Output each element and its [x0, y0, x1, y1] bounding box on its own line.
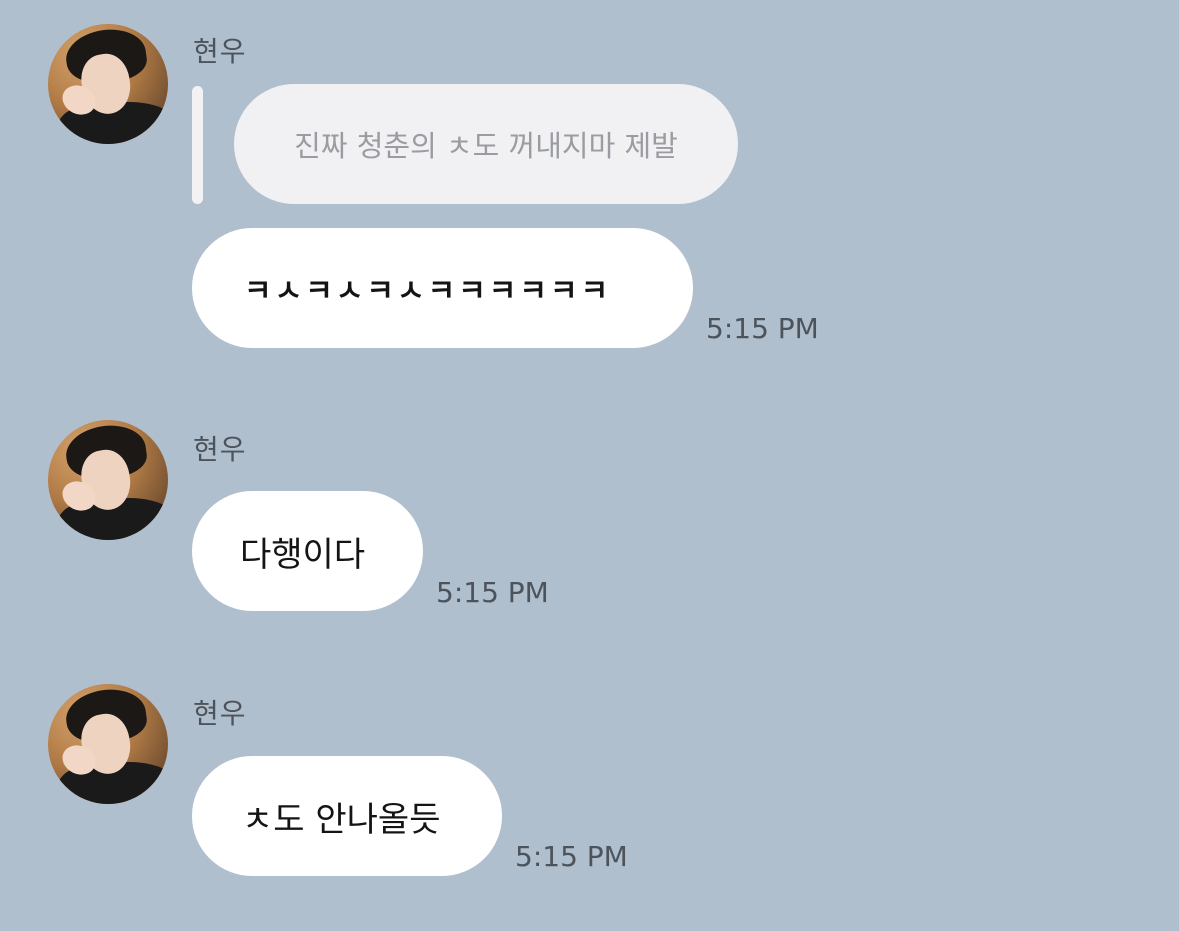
- sender-name: 현우: [193, 433, 247, 466]
- message-time: 5:15 PM: [706, 312, 819, 345]
- message-text: 다행이다: [240, 534, 366, 575]
- message-text: ㅊ도 안나올듯: [242, 799, 441, 840]
- avatar[interactable]: [48, 420, 168, 540]
- avatar[interactable]: [48, 684, 168, 804]
- message-bubble[interactable]: ㅊ도 안나올듯: [192, 756, 502, 876]
- reply-quote-text: 진짜 청춘의 ㅊ도 꺼내지마 제발: [294, 129, 678, 163]
- message-bubble[interactable]: ㅋㅅㅋㅅㅋㅅㅋㅋㅋㅋㅋㅋ: [192, 228, 693, 348]
- sender-name: 현우: [193, 35, 247, 68]
- message-bubble[interactable]: 다행이다: [192, 491, 423, 611]
- sender-name: 현우: [193, 697, 247, 730]
- message-time: 5:15 PM: [515, 840, 628, 873]
- reply-quote-bar: [192, 86, 203, 204]
- message-text: ㅋㅅㅋㅅㅋㅅㅋㅋㅋㅋㅋㅋ: [244, 274, 612, 309]
- avatar[interactable]: [48, 24, 168, 144]
- message-time: 5:15 PM: [436, 576, 549, 609]
- reply-quote-bubble[interactable]: 진짜 청춘의 ㅊ도 꺼내지마 제발: [234, 84, 738, 204]
